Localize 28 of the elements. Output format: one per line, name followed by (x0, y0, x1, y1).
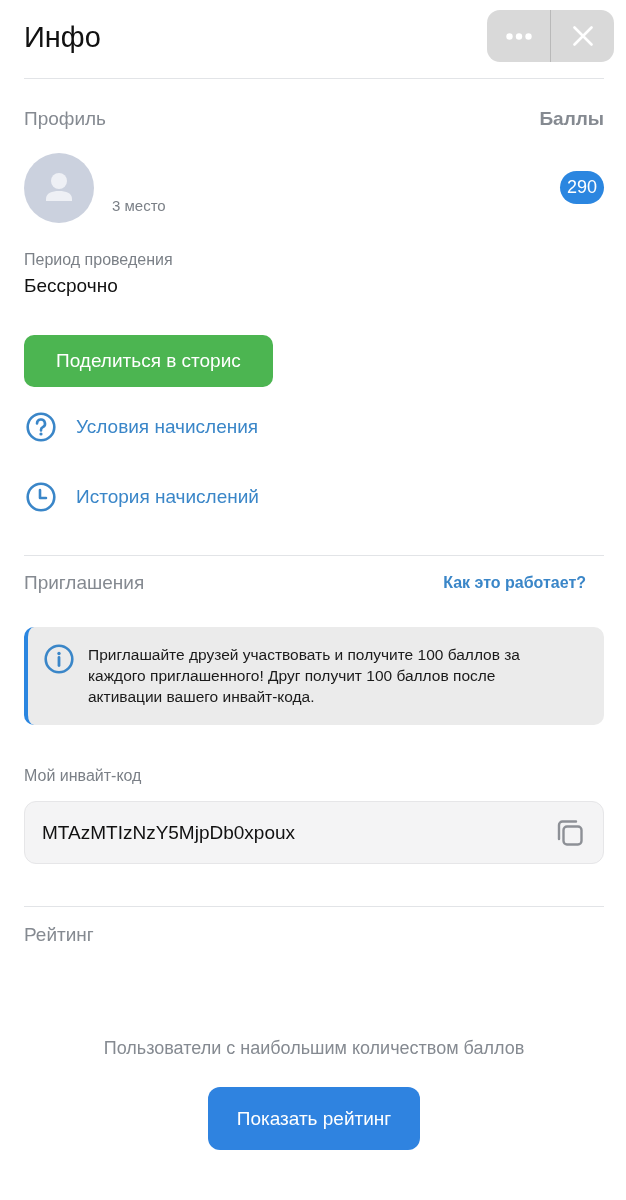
rating-description: Пользователи с наибольшим количеством баллов (102, 1037, 526, 1059)
rating-heading: Рейтинг (24, 923, 95, 947)
period-value: Бессрочно (24, 274, 119, 298)
help-icon (26, 412, 56, 442)
info-text: Приглашайте друзей участвовать и получите 100 баллов за каждого приглашенного! Друг получит 100 баллов после активации вашего инвайт-кода. (88, 645, 521, 707)
share-story-button[interactable]: Поделиться в сторис (24, 335, 273, 387)
period-label: Период проведения (24, 250, 174, 270)
invite-code-field[interactable]: MTAzMTIzNzY5MjpDb0xpoux (24, 801, 604, 864)
close-icon (572, 26, 593, 46)
history-link[interactable]: История начислений (24, 482, 259, 512)
close-button[interactable] (551, 10, 614, 62)
page-title: Инфо (24, 20, 101, 55)
conditions-link[interactable]: Условия начисления (24, 412, 259, 442)
rank-label: 3 место (112, 196, 166, 214)
avatar-icon (24, 153, 94, 223)
invite-code-label: Мой инвайт-код (24, 766, 143, 786)
more-button[interactable] (487, 10, 551, 62)
points-badge: 290 (559, 170, 604, 204)
copy-icon[interactable] (555, 817, 585, 848)
show-rating-button[interactable]: Показать рейтинг (207, 1087, 421, 1150)
points-heading: Баллы (539, 107, 604, 131)
invite-code-text: MTAzMTIzNzY5MjpDb0xpoux (42, 821, 297, 844)
more-icon (505, 32, 532, 40)
info-icon (44, 644, 74, 674)
how-it-works-link[interactable]: Как это работает? (443, 574, 586, 592)
profile-heading: Профиль (24, 107, 107, 131)
invitations-heading: Приглашения (24, 571, 145, 595)
clock-icon (26, 482, 56, 512)
